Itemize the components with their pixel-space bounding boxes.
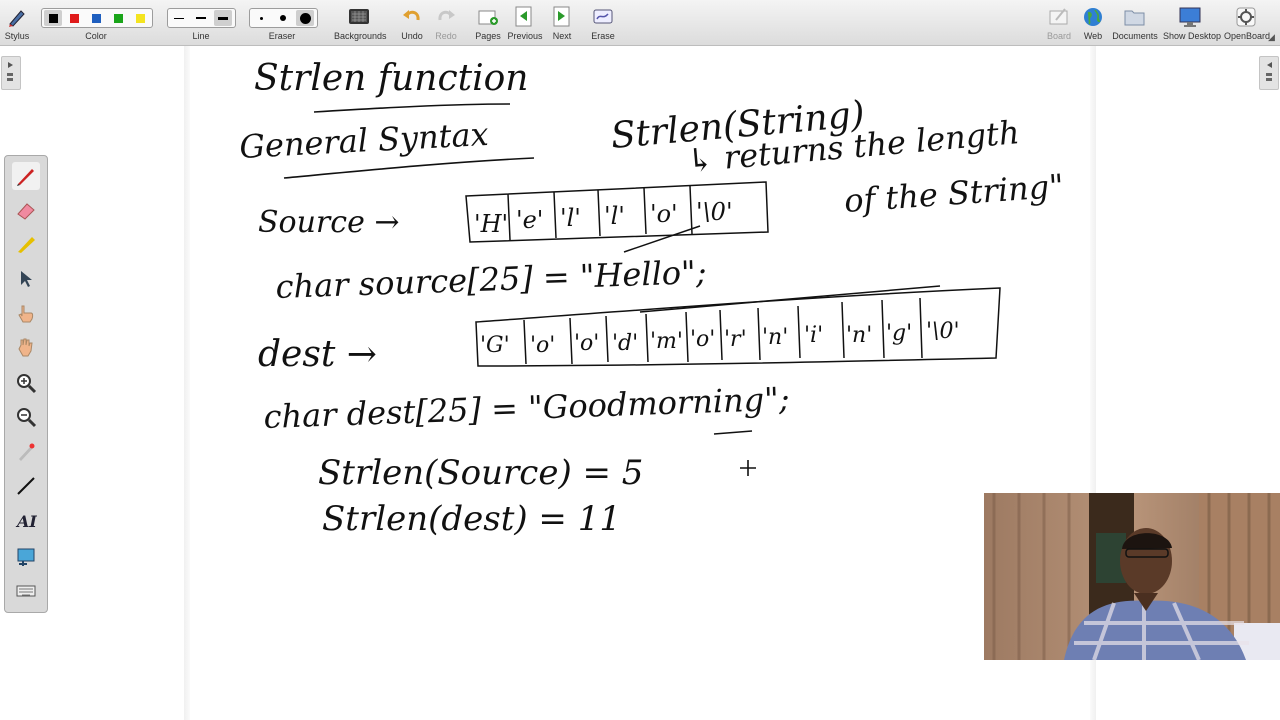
pen-tool[interactable] xyxy=(12,162,40,190)
dest-cell: 'm' xyxy=(650,329,683,354)
zoom-in-icon xyxy=(17,374,37,394)
dest-cell: 'g' xyxy=(886,321,912,346)
source-cell: 'l' xyxy=(604,202,625,230)
capture-icon xyxy=(17,548,35,566)
laser-pointer-tool[interactable] xyxy=(14,440,38,464)
arrow-pointer-icon xyxy=(21,271,32,287)
text-tool[interactable]: AI xyxy=(14,509,38,533)
dest-cell: 'G' xyxy=(480,333,510,358)
dest-label: dest → xyxy=(258,334,377,375)
dest-cell: 'r' xyxy=(724,327,747,352)
result-dest: Strlen(dest) = 11 xyxy=(322,499,621,539)
zoom-out-tool[interactable] xyxy=(14,405,38,429)
webcam-video xyxy=(984,493,1280,660)
hand-icon xyxy=(18,338,33,357)
source-cell: 'e' xyxy=(516,206,543,234)
line-tool[interactable] xyxy=(14,474,38,498)
pen-icon xyxy=(17,169,34,186)
source-cells: 'H' 'e' 'l' 'l' 'o' '\0' xyxy=(474,198,733,238)
tool-palette: AI xyxy=(4,155,48,613)
dest-cell: 'n' xyxy=(762,325,788,350)
selector-tool[interactable] xyxy=(14,267,38,291)
syntax-label: General Syntax xyxy=(238,115,489,166)
zoom-out-icon xyxy=(17,408,37,428)
capture-tool[interactable] xyxy=(14,545,38,569)
webcam-presenter-image xyxy=(984,493,1280,660)
hand-pointer-icon xyxy=(18,305,34,323)
eraser-icon xyxy=(17,203,35,220)
highlighter-tool[interactable] xyxy=(14,232,38,256)
source-cell: 'H' xyxy=(474,210,508,238)
source-cell: '\0' xyxy=(696,198,733,226)
dest-declaration: char dest[25] = "Goodmorning"; xyxy=(263,380,790,436)
returns-text-2: of the String" xyxy=(843,167,1065,220)
source-cell: 'o' xyxy=(650,200,678,228)
keyboard-tool[interactable] xyxy=(14,579,38,603)
source-label: Source → xyxy=(258,205,400,240)
keyboard-icon xyxy=(16,585,36,597)
text-icon: AI xyxy=(15,512,37,531)
eraser-tool[interactable] xyxy=(14,198,38,222)
dest-cell: 'i' xyxy=(804,323,823,348)
source-cell: 'l' xyxy=(560,204,581,232)
laser-pointer-icon xyxy=(19,443,35,461)
dest-cell: 'o' xyxy=(690,327,715,352)
dest-cell: 'd' xyxy=(612,331,638,356)
zoom-in-tool[interactable] xyxy=(14,371,38,395)
result-source: Strlen(Source) = 5 xyxy=(318,453,643,493)
interact-tool[interactable] xyxy=(14,301,38,325)
title-text: Strlen function xyxy=(254,58,528,99)
hand-tool[interactable] xyxy=(14,335,38,359)
svg-text:AI: AI xyxy=(15,512,37,531)
dest-cell: 'o' xyxy=(574,331,599,356)
dest-cells: 'G' 'o' 'o' 'd' 'm' 'o' 'r' 'n' 'i' 'n' 'g' '\0' xyxy=(480,319,960,358)
dest-cell: 'o' xyxy=(530,333,555,358)
highlighter-icon xyxy=(18,237,35,253)
dest-cell: 'n' xyxy=(846,323,872,348)
dest-cell: '\0' xyxy=(926,319,960,344)
source-declaration: char source[25] = "Hello"; xyxy=(275,253,707,306)
line-icon xyxy=(17,477,35,495)
